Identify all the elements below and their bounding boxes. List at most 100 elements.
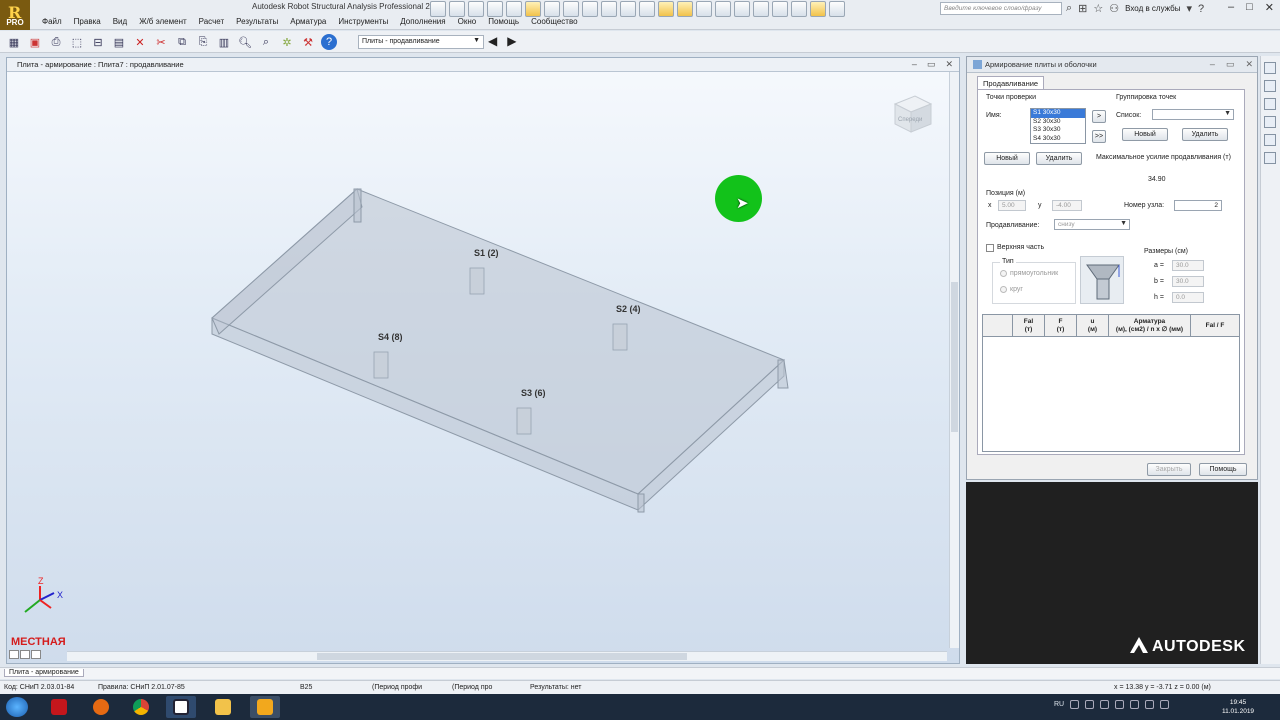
restore-icon[interactable]: ▭	[1226, 59, 1235, 70]
start-button[interactable]	[6, 697, 28, 717]
loads-icon[interactable]	[658, 1, 674, 17]
print-setup-icon[interactable]: ▤	[111, 34, 127, 50]
view-tab-1[interactable]	[9, 650, 19, 659]
restore-icon[interactable]: ▭	[927, 59, 936, 70]
link-icon[interactable]	[639, 1, 655, 17]
menu-community[interactable]: Сообщество	[525, 17, 583, 26]
side-tool-icon[interactable]	[1264, 80, 1276, 92]
cart-icon[interactable]: ⊞	[1078, 2, 1087, 15]
menu-edit[interactable]: Правка	[68, 17, 107, 26]
vertical-icon[interactable]	[620, 1, 636, 17]
node-field[interactable]: 2	[1174, 200, 1222, 211]
refresh-icon[interactable]	[563, 1, 579, 17]
close-icon[interactable]: ✕	[945, 59, 953, 70]
side-tool-icon[interactable]	[1264, 134, 1276, 146]
horizontal-scrollbar[interactable]	[67, 651, 947, 661]
prev-layout-icon[interactable]: ◀	[488, 34, 497, 48]
star-icon[interactable]: ☆	[1093, 2, 1103, 15]
group-new-button[interactable]: Новый	[1122, 128, 1168, 141]
side-tool-icon[interactable]	[1264, 98, 1276, 110]
minimize-icon[interactable]: –	[1210, 59, 1215, 70]
preview-icon[interactable]: ⊟	[90, 34, 106, 50]
model-viewport[interactable]: Плита - армирование : Плита7 : продавлив…	[6, 57, 960, 664]
delete-point-button[interactable]: Удалить	[1036, 152, 1082, 165]
minimize-icon[interactable]: –	[1228, 1, 1234, 14]
pin-icon[interactable]	[430, 1, 446, 17]
tray-icon[interactable]	[1130, 700, 1140, 709]
copy-view-icon[interactable]	[772, 1, 788, 17]
menu-addins[interactable]: Дополнения	[394, 17, 451, 26]
group-list-combo[interactable]: ▼	[1152, 109, 1234, 120]
grid-icon[interactable]	[753, 1, 769, 17]
tools-icon[interactable]	[791, 1, 807, 17]
menu-tools[interactable]: Инструменты	[332, 17, 394, 26]
h-field[interactable]: 0.0	[1172, 292, 1204, 303]
display-icon[interactable]	[468, 1, 484, 17]
help-circle-icon[interactable]: ?	[321, 34, 337, 50]
taskbar-explorer[interactable]	[208, 696, 238, 718]
side-tool-icon[interactable]	[1264, 62, 1276, 74]
list-item[interactable]: S1 30x30	[1031, 109, 1085, 118]
sign-in-link[interactable]: Вход в службы	[1125, 4, 1180, 13]
taskbar-clock[interactable]: 19:45 11.01.2019	[1222, 698, 1254, 716]
status-concrete[interactable]: B25	[300, 684, 312, 691]
volume-icon[interactable]	[1160, 700, 1170, 709]
language-indicator[interactable]: RU	[1054, 701, 1064, 708]
menu-help[interactable]: Помощь	[482, 17, 525, 26]
layers-icon[interactable]	[734, 1, 750, 17]
close-icon[interactable]: ✕	[1245, 59, 1253, 70]
menu-view[interactable]: Вид	[107, 17, 133, 26]
list-item[interactable]: S3 30x30	[1031, 126, 1085, 135]
upper-part-checkbox[interactable]	[986, 244, 994, 252]
tray-icon[interactable]	[1115, 700, 1125, 709]
network-icon[interactable]	[1145, 700, 1155, 709]
new-point-button[interactable]: Новый	[984, 152, 1030, 165]
paste-icon[interactable]: ⎘	[195, 34, 211, 50]
maximize-icon[interactable]: □	[1246, 1, 1253, 14]
check-points-list[interactable]: S1 30x30 S2 30x30 S3 30x30 S4 30x30	[1030, 108, 1086, 144]
next-layout-icon[interactable]: ▶	[507, 34, 516, 48]
zoom-window-icon[interactable]: ⌕	[258, 34, 274, 50]
circle-radio[interactable]	[1000, 286, 1007, 293]
taskbar-chrome[interactable]	[126, 696, 156, 718]
rect-radio[interactable]	[1000, 270, 1007, 277]
save-icon[interactable]: ▣	[27, 34, 43, 50]
help-icon[interactable]: ?	[1198, 3, 1204, 15]
settings-icon[interactable]: ✲	[279, 34, 295, 50]
screen-capture-icon[interactable]: ⬚	[69, 34, 85, 50]
scroll-thumb[interactable]	[317, 653, 687, 660]
phone-icon[interactable]	[582, 1, 598, 17]
taskbar-robot[interactable]	[250, 696, 280, 718]
taskbar-autocad[interactable]	[44, 696, 74, 718]
wrench-icon[interactable]: ⚒	[300, 34, 316, 50]
scroll-thumb[interactable]	[951, 282, 958, 432]
results-table[interactable]: Fal (т) F (т) u (м) Арматура (м), (см2) / n …	[982, 314, 1240, 452]
table-view-icon[interactable]: ▥	[216, 34, 232, 50]
menu-analysis[interactable]: Расчет	[193, 17, 230, 26]
move-all-button[interactable]: >>	[1092, 130, 1106, 143]
menu-reinforcement[interactable]: Арматура	[284, 17, 332, 26]
print-icon[interactable]: ⎙	[48, 34, 64, 50]
list-item[interactable]: S2 30x30	[1031, 118, 1085, 127]
viewcube[interactable]: Спереди	[885, 88, 935, 138]
combos-icon[interactable]	[677, 1, 693, 17]
vertical-scrollbar[interactable]	[949, 72, 959, 648]
y-field[interactable]: -4.00	[1052, 200, 1082, 211]
tray-icon[interactable]	[1085, 700, 1095, 709]
document-tab[interactable]: Плита - армирование	[4, 669, 84, 677]
a-field[interactable]: 30.0	[1172, 260, 1204, 271]
taskbar-firefox[interactable]	[86, 696, 116, 718]
menu-rc-element[interactable]: Ж/б элемент	[133, 17, 192, 26]
cut-icon[interactable]: ✂	[153, 34, 169, 50]
tray-icon[interactable]	[1100, 700, 1110, 709]
b-field[interactable]: 30.0	[1172, 276, 1204, 287]
tab-punching[interactable]: Продавливание	[977, 76, 1045, 90]
view-tab-3[interactable]	[31, 650, 41, 659]
view-tab-2[interactable]	[20, 650, 30, 659]
structure-icon[interactable]	[487, 1, 503, 17]
side-tool-icon[interactable]	[1264, 152, 1276, 164]
calc-icon[interactable]	[525, 1, 541, 17]
taskbar-app[interactable]	[166, 696, 196, 718]
user-icon[interactable]: ⚇	[1109, 2, 1119, 15]
tray-icon[interactable]	[1070, 700, 1080, 709]
